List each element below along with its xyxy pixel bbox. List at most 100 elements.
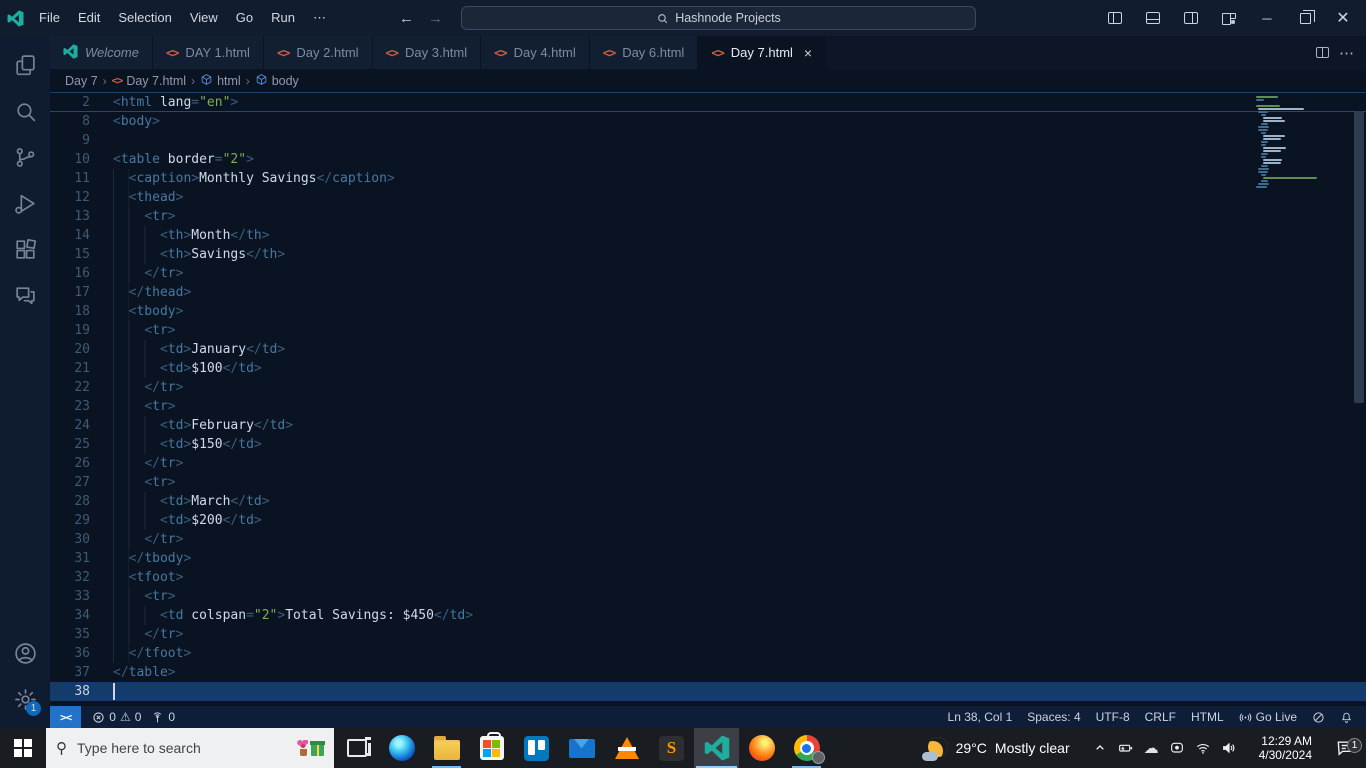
code-line[interactable]: 24 <td>February</td> bbox=[50, 416, 1366, 435]
toggle-panel-icon[interactable] bbox=[1136, 4, 1170, 32]
notifications-bell-icon[interactable] bbox=[1337, 711, 1356, 724]
activity-settings-gear-icon[interactable]: 1 bbox=[1, 676, 49, 722]
tab-day-1-html[interactable]: <> DAY 1.html bbox=[152, 36, 264, 69]
code-line[interactable]: 10 <table border="2"> bbox=[50, 150, 1366, 169]
ports-indicator[interactable]: 0 bbox=[146, 710, 180, 724]
tab-day-7-html[interactable]: <> Day 7.html × bbox=[698, 36, 827, 69]
status-spaces-4[interactable]: Spaces: 4 bbox=[1024, 710, 1083, 724]
command-center-search[interactable]: Hashnode Projects bbox=[461, 6, 976, 30]
menu-file[interactable]: File bbox=[30, 6, 69, 30]
code-line[interactable]: 37 </table> bbox=[50, 663, 1366, 682]
customize-layout-icon[interactable] bbox=[1212, 4, 1246, 32]
taskbar-app-vlc[interactable] bbox=[604, 728, 649, 768]
code-line[interactable]: 17 </thead> bbox=[50, 283, 1366, 302]
activity-run-debug-icon[interactable] bbox=[1, 180, 49, 226]
code-line[interactable]: 21 <td>$100</td> bbox=[50, 359, 1366, 378]
code-line[interactable]: 18 <tbody> bbox=[50, 302, 1366, 321]
taskbar-app-sublime-text[interactable]: S bbox=[649, 728, 694, 768]
status-crlf[interactable]: CRLF bbox=[1142, 710, 1179, 724]
tab-day-3-html[interactable]: <> Day 3.html bbox=[372, 36, 482, 69]
breadcrumb-item-html[interactable]: html bbox=[200, 73, 241, 89]
code-line[interactable]: 26 </tr> bbox=[50, 454, 1366, 473]
restore-button[interactable] bbox=[1288, 4, 1322, 32]
breadcrumb-item-body[interactable]: body bbox=[255, 73, 299, 89]
code-line[interactable]: 19 <tr> bbox=[50, 321, 1366, 340]
toggle-secondary-sidebar-icon[interactable] bbox=[1174, 4, 1208, 32]
taskbar-search-box[interactable]: ⚲ Type here to search bbox=[46, 728, 334, 768]
battery-icon[interactable] bbox=[1118, 740, 1134, 756]
taskbar-app-microsoft-store[interactable] bbox=[469, 728, 514, 768]
tab-day-4-html[interactable]: <> Day 4.html bbox=[481, 36, 590, 69]
taskbar-app-mail[interactable] bbox=[559, 728, 604, 768]
volume-icon[interactable] bbox=[1221, 740, 1237, 756]
wifi-icon[interactable] bbox=[1195, 740, 1211, 756]
prettier-disabled-icon[interactable] bbox=[1309, 711, 1328, 724]
code-line[interactable]: 22 </tr> bbox=[50, 378, 1366, 397]
breadcrumb-item-day-7[interactable]: Day 7 bbox=[65, 74, 98, 88]
taskbar-app-chrome[interactable] bbox=[784, 728, 829, 768]
forward-arrow-icon[interactable]: → bbox=[428, 10, 443, 27]
code-line[interactable]: 23 <tr> bbox=[50, 397, 1366, 416]
activity-search-icon[interactable] bbox=[1, 88, 49, 134]
minimize-button[interactable]: ─ bbox=[1250, 4, 1284, 32]
vertical-scrollbar[interactable] bbox=[1352, 93, 1366, 706]
taskbar-app-trello[interactable] bbox=[514, 728, 559, 768]
code-line[interactable]: 36 </tfoot> bbox=[50, 644, 1366, 663]
onedrive-icon[interactable]: ☁ bbox=[1144, 739, 1159, 757]
action-center-button[interactable]: 1 bbox=[1324, 738, 1366, 758]
tray-expand-icon[interactable] bbox=[1092, 740, 1108, 756]
menu-[interactable]: ⋯ bbox=[304, 6, 335, 30]
code-line[interactable]: 27 <tr> bbox=[50, 473, 1366, 492]
taskbar-app-edge[interactable] bbox=[379, 728, 424, 768]
tab-day-2-html[interactable]: <> Day 2.html bbox=[263, 36, 373, 69]
problems-indicator[interactable]: 0 ⚠ 0 bbox=[87, 710, 146, 724]
code-line[interactable]: 16 </tr> bbox=[50, 264, 1366, 283]
menu-selection[interactable]: Selection bbox=[109, 6, 180, 30]
activity-account-icon[interactable] bbox=[1, 630, 49, 676]
code-line[interactable]: 30 </tr> bbox=[50, 530, 1366, 549]
code-line[interactable]: 28 <td>March</td> bbox=[50, 492, 1366, 511]
code-line[interactable]: 25 <td>$150</td> bbox=[50, 435, 1366, 454]
toggle-primary-sidebar-icon[interactable] bbox=[1098, 4, 1132, 32]
minimap[interactable] bbox=[1250, 93, 1350, 192]
menu-go[interactable]: Go bbox=[227, 6, 262, 30]
menu-view[interactable]: View bbox=[181, 6, 227, 30]
taskbar-app-task-view[interactable] bbox=[334, 728, 379, 768]
code-line[interactable]: 34 <td colspan="2">Total Savings: $450</t… bbox=[50, 606, 1366, 625]
activity-chat-icon[interactable] bbox=[1, 272, 49, 318]
status-html[interactable]: HTML bbox=[1188, 710, 1227, 724]
code-line[interactable]: 12 <thead> bbox=[50, 188, 1366, 207]
scrollbar-thumb[interactable] bbox=[1354, 111, 1364, 403]
code-line[interactable]: 31 </tbody> bbox=[50, 549, 1366, 568]
activity-source-control-icon[interactable] bbox=[1, 134, 49, 180]
more-actions-icon[interactable]: ⋯ bbox=[1339, 44, 1354, 62]
code-line[interactable]: 33 <tr> bbox=[50, 587, 1366, 606]
code-line[interactable]: 11 <caption>Monthly Savings</caption> bbox=[50, 169, 1366, 188]
code-line[interactable]: 8 <body> bbox=[50, 112, 1366, 131]
activity-explorer-icon[interactable] bbox=[1, 42, 49, 88]
close-button[interactable]: ✕ bbox=[1326, 4, 1360, 32]
meet-now-icon[interactable] bbox=[1169, 740, 1185, 756]
code-line[interactable]: 32 <tfoot> bbox=[50, 568, 1366, 587]
code-line[interactable]: 35 </tr> bbox=[50, 625, 1366, 644]
menu-edit[interactable]: Edit bbox=[69, 6, 109, 30]
menu-run[interactable]: Run bbox=[262, 6, 304, 30]
status-utf-8[interactable]: UTF-8 bbox=[1093, 710, 1133, 724]
code-line[interactable]: 29 <td>$200</td> bbox=[50, 511, 1366, 530]
code-line[interactable]: 15 <th>Savings</th> bbox=[50, 245, 1366, 264]
code-line[interactable]: 2 <html lang="en"> bbox=[50, 93, 1366, 112]
taskbar-app-file-explorer[interactable] bbox=[424, 728, 469, 768]
code-line[interactable]: 14 <th>Month</th> bbox=[50, 226, 1366, 245]
remote-indicator[interactable]: >< bbox=[50, 706, 82, 728]
taskbar-clock[interactable]: 12:29 AM 4/30/2024 bbox=[1247, 734, 1324, 762]
tab-day-6-html[interactable]: <> Day 6.html bbox=[589, 36, 699, 69]
code-line[interactable]: 20 <td>January</td> bbox=[50, 340, 1366, 359]
tab-close-icon[interactable]: × bbox=[804, 45, 812, 61]
code-editor[interactable]: 2 <html lang="en"> 8 <body> 9 10 <table border… bbox=[50, 92, 1366, 706]
taskbar-app-vscode[interactable] bbox=[694, 728, 739, 768]
go-live-button[interactable]: Go Live bbox=[1236, 710, 1300, 724]
activity-extensions-icon[interactable] bbox=[1, 226, 49, 272]
start-button[interactable] bbox=[0, 728, 46, 768]
weather-widget[interactable]: 29°C Mostly clear bbox=[910, 735, 1082, 761]
back-arrow-icon[interactable]: ← bbox=[399, 10, 414, 27]
